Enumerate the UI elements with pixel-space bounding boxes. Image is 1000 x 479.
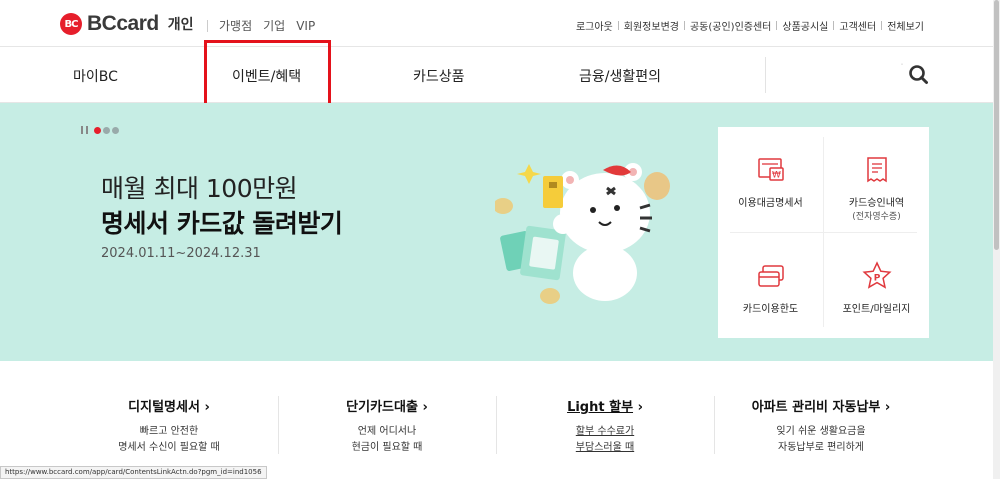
slide-indicator — [81, 126, 121, 134]
segment-business[interactable]: 기업 — [263, 17, 285, 34]
service-light-installment[interactable]: Light 할부 › 할부 수수료가 부담스러울 때 — [496, 396, 714, 456]
divider — [683, 21, 685, 30]
divider — [765, 57, 766, 93]
slide-dot[interactable] — [103, 126, 110, 134]
divider — [617, 21, 619, 30]
section-personal[interactable]: 개인 — [168, 14, 194, 34]
quick-card-limit-label: 카드이용한도 — [742, 304, 799, 315]
chevron-right-icon: › — [637, 400, 643, 415]
highlight-box — [204, 40, 331, 111]
service-short-term-loan[interactable]: 단기카드대출 › 언제 어디서나 현금이 필요할 때 — [278, 396, 496, 456]
quick-points-label: 포인트/마일리지 — [842, 304, 911, 315]
quick-statement-label: 이용대금명세서 — [738, 198, 803, 209]
quick-approval-sub: (전자영수증) — [852, 212, 901, 222]
customer-center-link[interactable]: 고객센터 — [839, 18, 876, 33]
service-title: 단기카드대출 › — [346, 400, 428, 415]
top-bar: BC BCcard 개인 가맹점 기업 VIP 로그아웃 회원정보변경 공동(공… — [0, 0, 1000, 47]
status-url-bar: https://www.bccard.com/app/card/Contents… — [0, 466, 267, 479]
divider — [207, 19, 208, 32]
quick-approval-label: 카드승인내역 — [848, 198, 905, 209]
services-strip: 디지털명세서 › 빠르고 안전한 명세서 수신이 필요할 때 단기카드대출 › 언… — [0, 361, 1000, 479]
brand-name: BCcard — [87, 12, 159, 35]
service-title: Light 할부 › — [567, 400, 643, 415]
nav-card-products[interactable]: 카드상품 — [413, 66, 465, 86]
service-digital-statement[interactable]: 디지털명세서 › 빠르고 안전한 명세서 수신이 필요할 때 — [60, 396, 278, 456]
service-desc: 언제 어디서나 현금이 필요할 때 — [351, 426, 423, 453]
product-disclosure-link[interactable]: 상품공시실 — [782, 18, 828, 33]
quick-card-limit[interactable]: 카드이용한도 — [718, 233, 823, 338]
segment-links: 가맹점 기업 VIP — [207, 17, 326, 34]
logout-link[interactable]: 로그아웃 — [576, 18, 613, 33]
dropdown-caret-icon: ˙ — [900, 63, 904, 72]
main-nav: 마이BC 이벤트/혜택 카드상품 금융/생활편의 ˙ — [0, 47, 1000, 103]
segment-merchant[interactable]: 가맹점 — [219, 17, 252, 34]
hero-period: 2024.01.11~2024.12.31 — [101, 246, 261, 261]
divider — [776, 21, 778, 30]
search-button[interactable]: ˙ — [898, 63, 928, 87]
bccard-logo[interactable]: BC BCcard 개인 — [60, 12, 193, 36]
hero-headline: 매월 최대 100만원 — [101, 174, 298, 203]
pause-icon[interactable] — [81, 126, 88, 134]
chevron-right-icon: › — [884, 400, 891, 415]
quick-points[interactable]: P 포인트/마일리지 — [824, 233, 929, 338]
slide-dot[interactable] — [94, 126, 101, 134]
receipt-icon — [867, 157, 887, 183]
service-title: 아파트 관리비 자동납부 › — [751, 400, 891, 415]
page: BC BCcard 개인 가맹점 기업 VIP 로그아웃 회원정보변경 공동(공… — [0, 0, 1000, 479]
statement-icon: ₩ — [758, 158, 784, 181]
nav-my-bc[interactable]: 마이BC — [73, 66, 118, 86]
hero-banner[interactable]: 매월 최대 100만원 명세서 카드값 돌려받기 2024.01.11~2024… — [0, 103, 993, 361]
service-desc: 빠르고 안전한 명세서 수신이 필요할 때 — [118, 426, 220, 453]
svg-text:P: P — [874, 274, 881, 284]
slide-dot[interactable] — [112, 126, 119, 134]
scrollbar-thumb[interactable] — [994, 0, 999, 250]
segment-vip[interactable]: VIP — [296, 19, 315, 33]
chevron-right-icon: › — [204, 400, 210, 415]
quick-statement[interactable]: ₩ 이용대금명세서 — [718, 127, 823, 232]
service-desc: 할부 수수료가 부담스러울 때 — [575, 426, 635, 453]
divider — [881, 21, 883, 30]
utility-links: 로그아웃 회원정보변경 공동(공인)인증센터 상품공시실 고객센터 전체보기 — [576, 18, 924, 33]
member-info-link[interactable]: 회원정보변경 — [624, 18, 679, 33]
divider — [833, 21, 835, 30]
service-desc: 잊기 쉬운 생활요금을 자동납부로 편리하게 — [776, 426, 866, 453]
tiger-mascot-illustration — [495, 163, 670, 304]
nav-finance-living[interactable]: 금융/생활편의 — [579, 66, 661, 86]
scrollbar[interactable] — [993, 0, 1000, 479]
quick-menu-panel: ₩ 이용대금명세서 카드승인내역 (전자영수증) 카드이용한도 P 포인트/마일… — [718, 127, 929, 338]
point-star-icon: P — [862, 261, 892, 289]
bc-logo-mark: BC — [60, 13, 82, 35]
view-all-link[interactable]: 전체보기 — [887, 18, 924, 33]
hero-headline-bold: 명세서 카드값 돌려받기 — [101, 209, 343, 238]
quick-approval-history[interactable]: 카드승인내역 (전자영수증) — [824, 127, 929, 232]
service-apartment-autopay[interactable]: 아파트 관리비 자동납부 › 잊기 쉬운 생활요금을 자동납부로 편리하게 — [712, 396, 930, 456]
card-limit-icon — [758, 265, 784, 287]
service-title: 디지털명세서 › — [128, 400, 210, 415]
certificate-center-link[interactable]: 공동(공인)인증센터 — [690, 18, 771, 33]
chevron-right-icon: › — [422, 400, 428, 415]
svg-text:₩: ₩ — [772, 171, 781, 181]
